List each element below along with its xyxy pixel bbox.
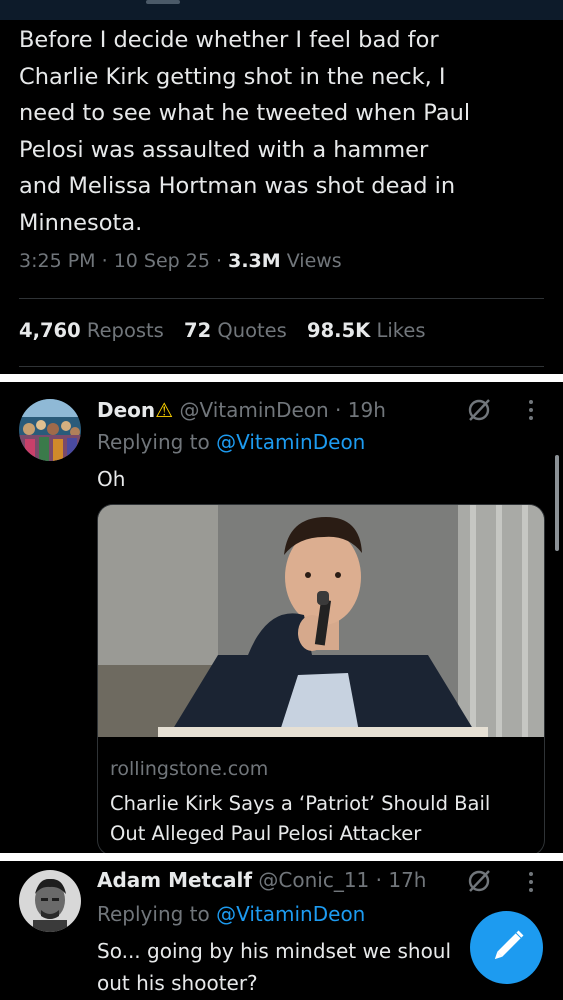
top-bar-indicator	[146, 0, 180, 4]
reposts-label: Reposts	[86, 319, 164, 342]
scrollbar[interactable]	[555, 455, 559, 551]
section-separator	[0, 853, 563, 861]
display-name[interactable]: Adam Metcalf	[97, 868, 252, 892]
tweet-text-line: Charlie Kirk getting shot in the neck, I	[19, 63, 446, 90]
reply-header: Adam Metcalf @Conic_11 · 17h	[97, 868, 426, 892]
separator: ·	[375, 868, 382, 892]
replying-label: Replying to	[97, 430, 210, 454]
compose-button[interactable]	[470, 911, 543, 984]
link-card[interactable]: rollingstone.com Charlie Kirk Says a ‘Pa…	[97, 504, 545, 856]
separator: ·	[101, 250, 108, 272]
compose-pencil-icon	[494, 930, 524, 960]
reposts-count: 4,760	[19, 319, 81, 342]
reply-text-line: So... going by his mindset we shoul	[97, 939, 452, 963]
handle[interactable]: @Conic_11	[258, 868, 369, 892]
more-icon[interactable]	[528, 872, 534, 896]
card-image	[98, 505, 544, 737]
reply-time: 19h	[347, 398, 386, 422]
tweet-text-line: Pelosi was assaulted with a hammer	[19, 136, 429, 163]
tweet-time: 3:25 PM	[19, 250, 96, 272]
separator: ·	[216, 250, 223, 272]
card-title-line: Charlie Kirk Says a ‘Patriot’ Should Bai…	[110, 792, 491, 815]
tweet-meta: 3:25 PM · 10 Sep 25 · 3.3M Views	[19, 250, 342, 272]
reply-text-line: out his shooter?	[97, 971, 258, 995]
reply-text: Oh	[97, 467, 126, 491]
replying-to: Replying to @VitaminDeon	[97, 902, 365, 926]
top-bar	[0, 0, 563, 20]
views-count[interactable]: 3.3M	[228, 250, 281, 272]
tweet-text-line: need to see what he tweeted when Paul	[19, 100, 471, 126]
grok-icon[interactable]	[466, 868, 492, 894]
reply-header: Deon⚠ @VitaminDeon · 19h	[97, 398, 386, 422]
likes-count: 98.5K	[307, 319, 371, 342]
tweet-stats: 4,760 Reposts 72 Quotes 98.5K Likes	[19, 319, 426, 342]
replying-handle-link[interactable]: @VitaminDeon	[216, 430, 365, 454]
card-title: Charlie Kirk Says a ‘Patriot’ Should Bai…	[110, 789, 535, 849]
likes-label: Likes	[376, 319, 426, 342]
replying-to: Replying to @VitaminDeon	[97, 430, 365, 454]
tweet-text-line: Minnesota.	[19, 209, 143, 236]
replying-handle-link[interactable]: @VitaminDeon	[216, 902, 365, 926]
reply-text: So... going by his mindset we shoul out …	[97, 935, 451, 999]
reposts-stat[interactable]: 4,760 Reposts	[19, 319, 164, 342]
reply-time: 17h	[388, 868, 427, 892]
quotes-label: Quotes	[217, 319, 287, 342]
separator: ·	[335, 398, 342, 422]
section-separator	[0, 374, 563, 382]
views-label[interactable]: Views	[287, 250, 342, 272]
replying-label: Replying to	[97, 902, 210, 926]
warning-badge: ⚠	[155, 398, 174, 422]
quotes-count: 72	[184, 319, 212, 342]
more-icon[interactable]	[528, 400, 534, 424]
card-domain: rollingstone.com	[110, 758, 269, 780]
display-name[interactable]: Deon	[97, 398, 155, 422]
tweet-text: Before I decide whether I feel bad for C…	[19, 22, 549, 241]
tweet-text-line: and Melissa Hortman was shot dead in	[19, 173, 456, 199]
card-title-line: Out Alleged Paul Pelosi Attacker	[110, 822, 422, 845]
divider	[19, 298, 544, 299]
grok-icon[interactable]	[466, 397, 492, 423]
avatar[interactable]	[19, 870, 81, 932]
divider	[19, 366, 544, 367]
tweet-date: 10 Sep 25	[113, 250, 210, 272]
avatar[interactable]	[19, 399, 81, 461]
handle[interactable]: @VitaminDeon	[179, 398, 328, 422]
tweet-text-line: Before I decide whether I feel bad for	[19, 27, 439, 53]
likes-stat[interactable]: 98.5K Likes	[307, 319, 425, 342]
quotes-stat[interactable]: 72 Quotes	[184, 319, 287, 342]
